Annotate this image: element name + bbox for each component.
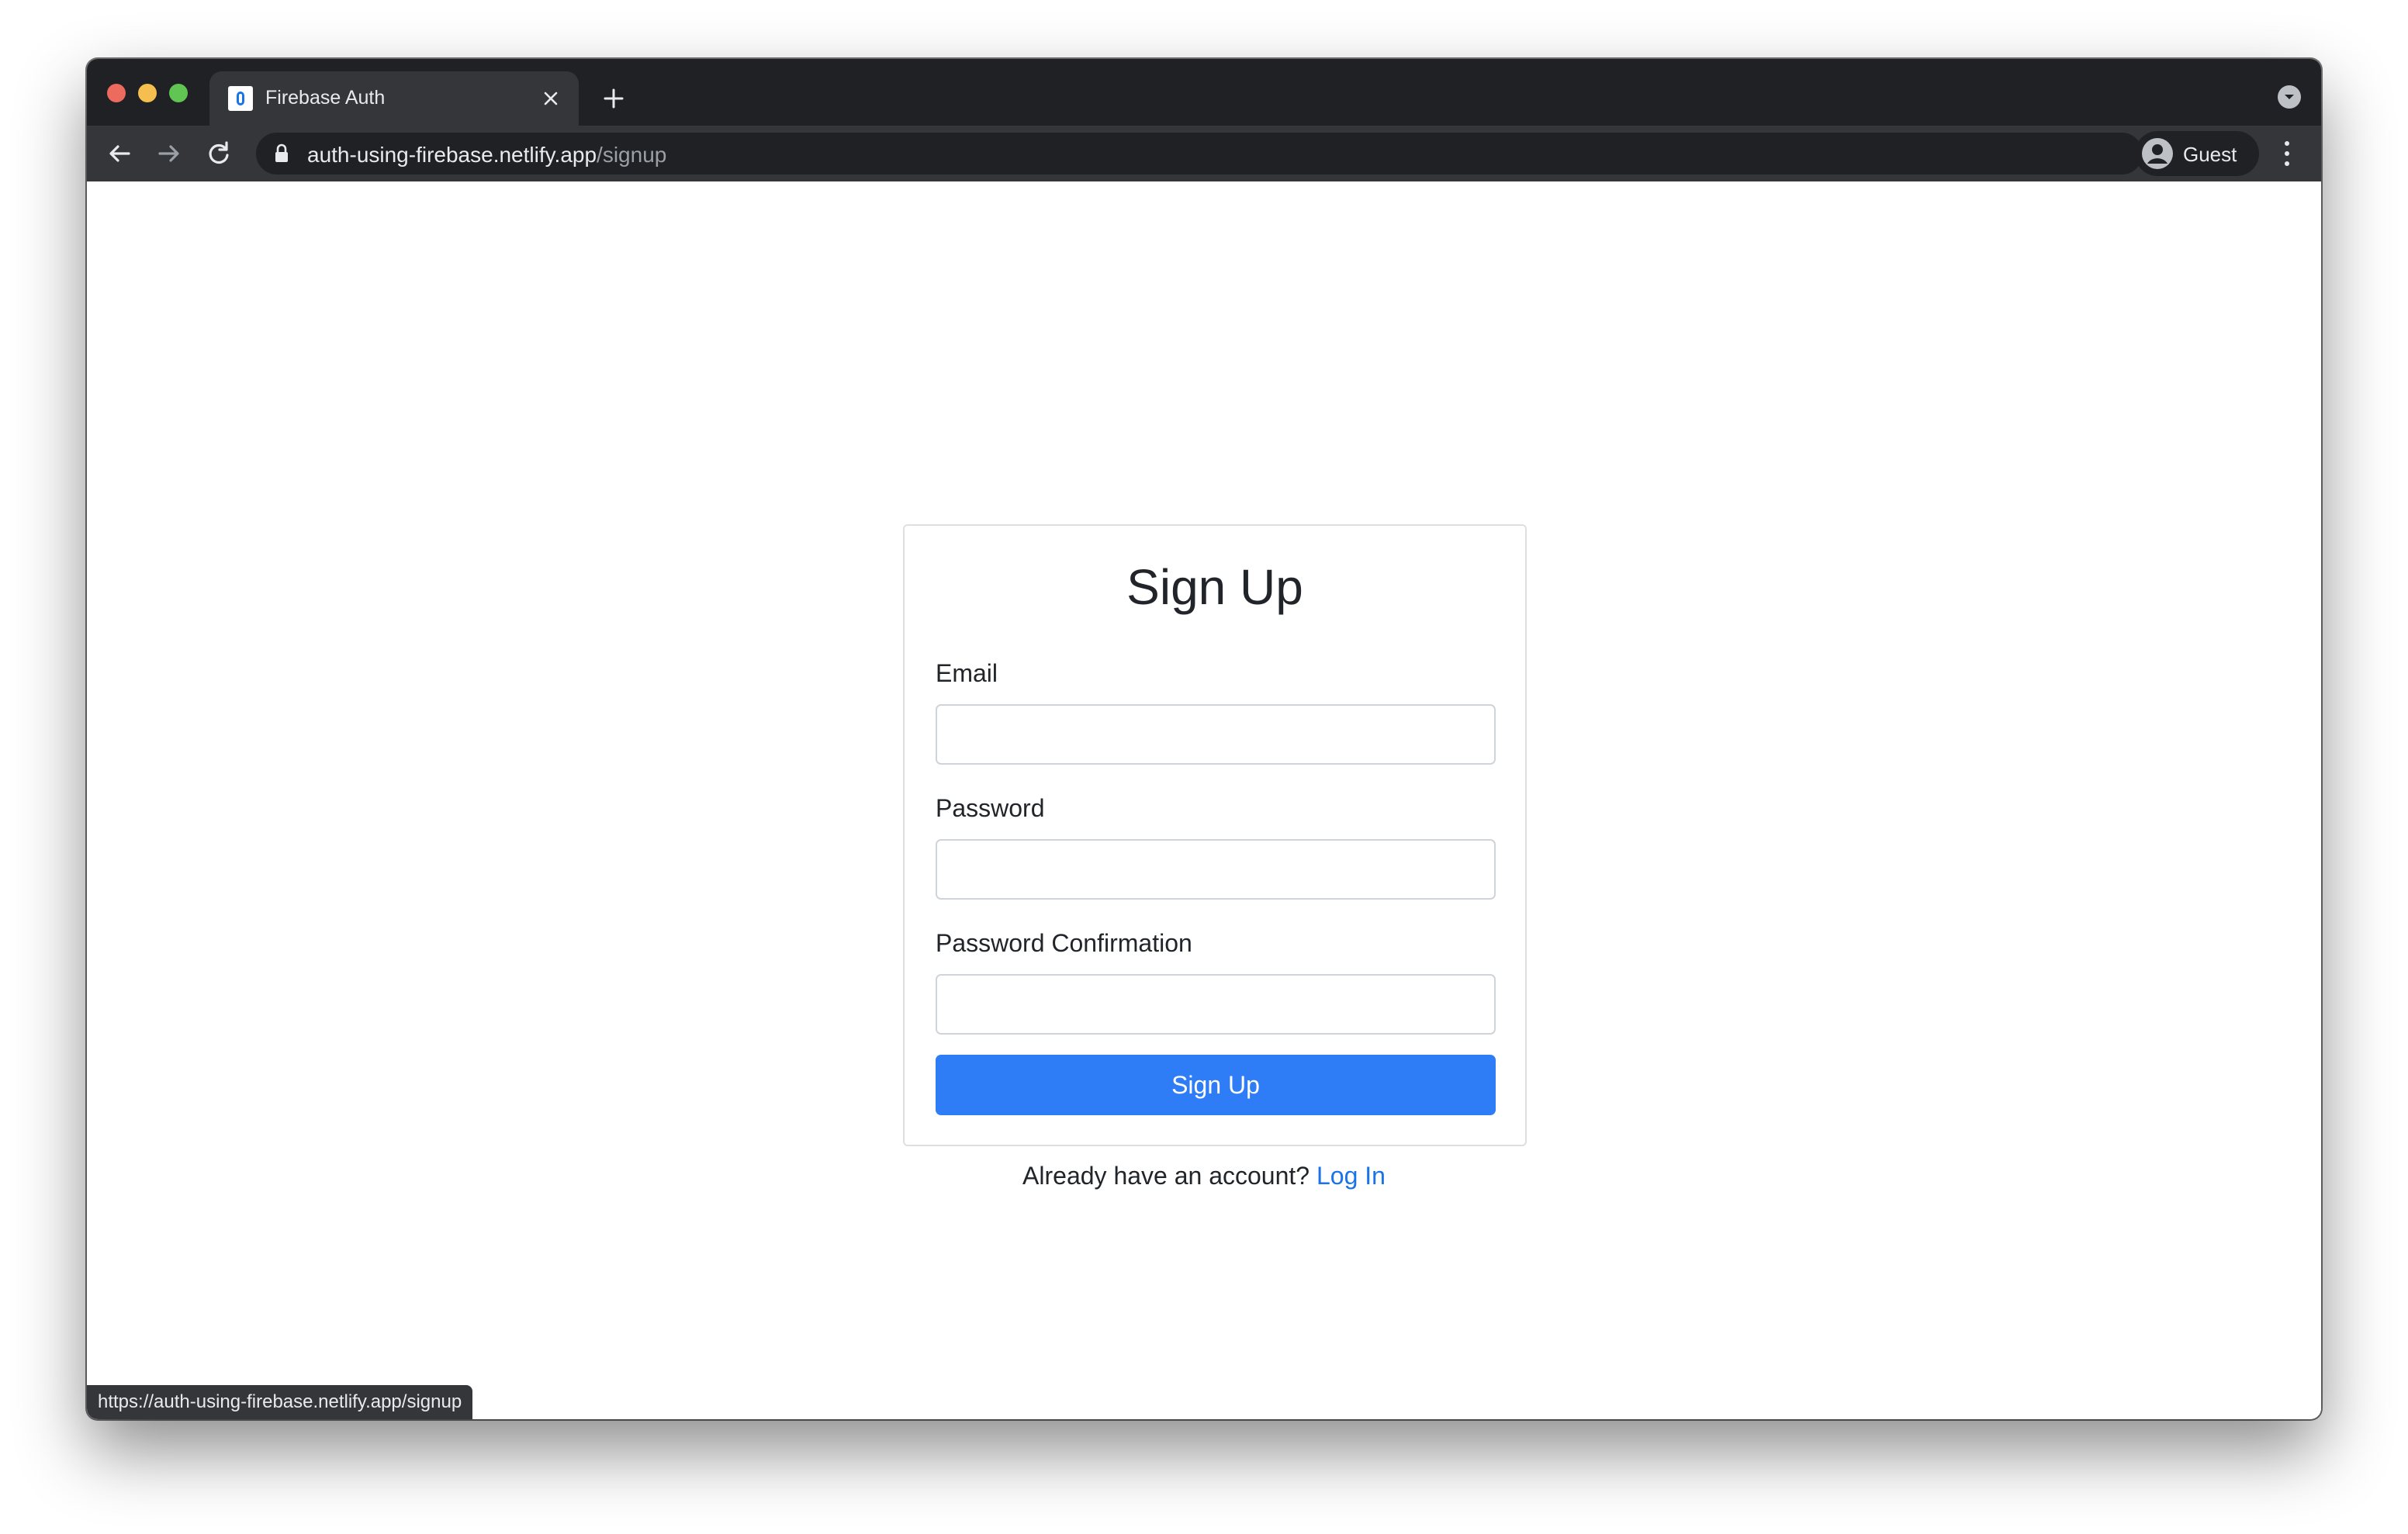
status-bar-url: https://auth-using-firebase.netlify.app/… — [87, 1385, 473, 1419]
lock-icon[interactable] — [273, 143, 290, 164]
url-path: /signup — [597, 143, 667, 167]
email-label: Email — [936, 659, 998, 687]
close-tab-icon[interactable] — [537, 85, 565, 112]
browser-toolbar: auth-using-firebase.netlify.app/signup G… — [87, 126, 2321, 181]
profile-label: Guest — [2183, 143, 2237, 166]
close-window-button[interactable] — [107, 84, 126, 102]
tab-firebase-auth[interactable]: Firebase Auth — [209, 71, 579, 126]
back-arrow-icon[interactable] — [101, 135, 138, 172]
page-content: Sign Up Email Password Password Confirma… — [87, 181, 2321, 1419]
url-text: auth-using-firebase.netlify.app/signup — [307, 143, 666, 168]
sign-up-button[interactable]: Sign Up — [936, 1055, 1496, 1115]
reload-icon[interactable] — [200, 135, 237, 172]
minimize-window-button[interactable] — [138, 84, 157, 102]
log-in-link[interactable]: Log In — [1316, 1162, 1386, 1190]
password-field[interactable] — [936, 839, 1496, 900]
password-confirmation-label: Password Confirmation — [936, 929, 1192, 957]
avatar-icon — [2142, 138, 2173, 169]
tab-strip: Firebase Auth — [87, 59, 2321, 126]
new-tab-icon[interactable] — [599, 84, 628, 113]
password-confirmation-field[interactable] — [936, 974, 1496, 1035]
address-bar[interactable]: auth-using-firebase.netlify.app/signup — [256, 133, 2143, 174]
forward-arrow-icon[interactable] — [150, 135, 188, 172]
login-prompt: Already have an account? Log In — [87, 1162, 2321, 1190]
url-host: auth-using-firebase.netlify.app — [307, 143, 597, 167]
tab-title: Firebase Auth — [265, 87, 386, 109]
tab-search-icon[interactable] — [2278, 85, 2301, 109]
page-title: Sign Up — [1126, 559, 1303, 615]
login-prompt-text: Already have an account? — [1022, 1162, 1310, 1190]
email-field[interactable] — [936, 704, 1496, 765]
maximize-window-button[interactable] — [169, 84, 188, 102]
password-label: Password — [936, 794, 1045, 822]
browser-window: Firebase Auth auth-using-firebase.netlif… — [87, 59, 2321, 1419]
profile-button[interactable]: Guest — [2135, 131, 2259, 176]
firebase-favicon-icon — [228, 86, 253, 111]
more-menu-icon[interactable] — [2279, 136, 2295, 171]
signup-card: Sign Up Email Password Password Confirma… — [903, 524, 1527, 1146]
